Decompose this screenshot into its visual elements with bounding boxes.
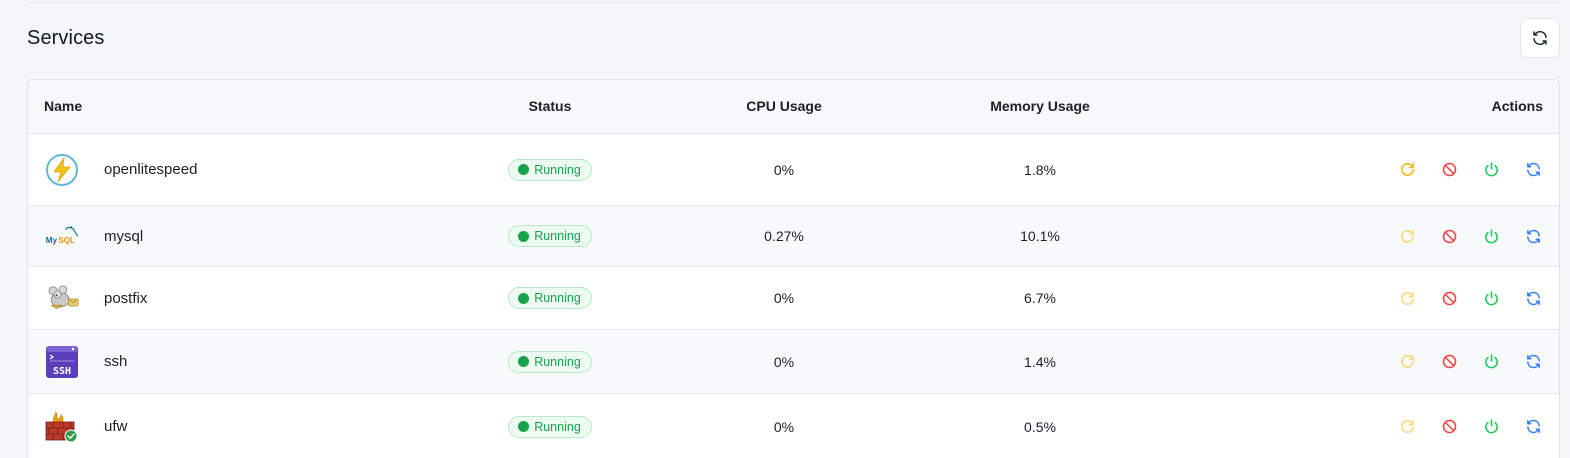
status-dot xyxy=(518,356,530,367)
memory-usage: 1.4% xyxy=(1024,353,1056,370)
column-header-actions: Actions xyxy=(1491,98,1543,114)
restart-button[interactable] xyxy=(1397,288,1417,308)
reload-icon xyxy=(1526,354,1540,369)
table-row: SSH ssh Running 0% 1.4% xyxy=(28,330,1559,394)
stop-button[interactable] xyxy=(1439,288,1459,308)
stop-icon xyxy=(1442,354,1456,369)
power-button[interactable] xyxy=(1481,417,1501,437)
power-icon xyxy=(1484,162,1498,177)
column-header-status: Status xyxy=(528,98,572,114)
stop-icon xyxy=(1442,162,1456,177)
cpu-usage: 0% xyxy=(773,418,795,435)
status-dot xyxy=(518,164,530,175)
postfix-logo-icon xyxy=(48,285,79,310)
restart-icon xyxy=(1400,163,1414,176)
restart-icon xyxy=(1400,420,1414,433)
status-label: Running xyxy=(534,419,581,434)
reload-icon xyxy=(1526,162,1540,177)
memory-usage: 6.7% xyxy=(1024,290,1056,306)
restart-icon xyxy=(1400,355,1414,368)
status-dot xyxy=(518,292,530,304)
reload-button[interactable] xyxy=(1523,352,1543,372)
ssh-logo-text: SSH xyxy=(53,366,71,377)
refresh-services-button[interactable] xyxy=(1520,18,1560,58)
ufw-logo-icon xyxy=(45,410,78,442)
power-button[interactable] xyxy=(1481,226,1501,246)
table-row: My SQL mysql Running 0.27% 10.1% xyxy=(28,206,1559,267)
services-table: Name Status CPU Usage Memory Usage Actio… xyxy=(27,79,1560,458)
cpu-usage: 0% xyxy=(773,161,795,178)
services-page: Services Name Status CPU Usage Memory Us… xyxy=(0,0,1570,458)
reload-button[interactable] xyxy=(1523,226,1543,246)
power-button[interactable] xyxy=(1481,160,1501,180)
mysql-logo-text-sql: SQL xyxy=(58,236,75,245)
service-name: ssh xyxy=(104,353,128,370)
memory-usage: 10.1% xyxy=(1020,228,1060,244)
table-row: ufw Running 0% 0.5% xyxy=(28,394,1559,458)
reload-icon xyxy=(1526,229,1540,243)
refresh-icon xyxy=(1533,30,1547,46)
ssh-logo-icon: SSH xyxy=(46,345,78,378)
reload-button[interactable] xyxy=(1523,288,1543,308)
cpu-usage: 0.27% xyxy=(764,228,804,244)
stop-icon xyxy=(1442,229,1456,243)
status-label: Running xyxy=(534,229,581,243)
restart-button[interactable] xyxy=(1397,160,1417,180)
power-icon xyxy=(1484,228,1498,243)
status-badge: Running xyxy=(508,225,592,247)
reload-button[interactable] xyxy=(1523,160,1543,180)
reload-icon xyxy=(1526,419,1540,434)
restart-button[interactable] xyxy=(1397,226,1417,246)
column-header-memory: Memory Usage xyxy=(990,98,1090,114)
memory-usage: 0.5% xyxy=(1024,418,1056,435)
status-badge: Running xyxy=(508,415,592,438)
power-icon xyxy=(1484,354,1498,369)
restart-button[interactable] xyxy=(1397,352,1417,372)
status-label: Running xyxy=(534,354,581,369)
restart-button[interactable] xyxy=(1397,417,1417,437)
column-header-name: Name xyxy=(44,98,83,114)
table-row: postfix Running 0% 6.7% xyxy=(28,267,1559,330)
reload-button[interactable] xyxy=(1523,417,1543,437)
status-dot xyxy=(518,421,530,432)
service-name: postfix xyxy=(104,289,148,307)
reload-icon xyxy=(1526,291,1540,305)
power-icon xyxy=(1484,290,1498,305)
service-name: mysql xyxy=(104,227,144,245)
cpu-usage: 0% xyxy=(773,290,795,306)
mysql-logo-text-my: My xyxy=(46,236,58,245)
power-button[interactable] xyxy=(1481,352,1501,372)
openlitespeed-logo-icon xyxy=(46,153,78,186)
stop-button[interactable] xyxy=(1439,417,1459,437)
stop-icon xyxy=(1442,291,1456,305)
status-label: Running xyxy=(534,162,581,177)
power-icon xyxy=(1484,419,1498,434)
stop-button[interactable] xyxy=(1439,160,1459,180)
status-label: Running xyxy=(534,291,581,305)
status-badge: Running xyxy=(508,350,592,373)
cpu-usage: 0% xyxy=(773,353,795,370)
mysql-logo-icon: My SQL xyxy=(46,225,79,245)
stop-button[interactable] xyxy=(1439,352,1459,372)
column-header-cpu: CPU Usage xyxy=(746,98,822,114)
restart-icon xyxy=(1400,229,1414,243)
table-header: Name Status CPU Usage Memory Usage Actio… xyxy=(28,80,1559,134)
restart-icon xyxy=(1400,291,1414,305)
status-badge: Running xyxy=(508,158,592,181)
status-badge: Running xyxy=(508,287,592,309)
top-divider xyxy=(27,2,1560,3)
section-title: Services xyxy=(27,27,105,49)
stop-icon xyxy=(1442,419,1456,434)
power-button[interactable] xyxy=(1481,288,1501,308)
service-name: openlitespeed xyxy=(104,161,198,178)
status-dot xyxy=(518,230,530,242)
service-name: ufw xyxy=(104,418,128,435)
table-row: openlitespeed Running 0% 1.8% xyxy=(28,134,1559,206)
stop-button[interactable] xyxy=(1439,226,1459,246)
memory-usage: 1.8% xyxy=(1024,161,1056,178)
